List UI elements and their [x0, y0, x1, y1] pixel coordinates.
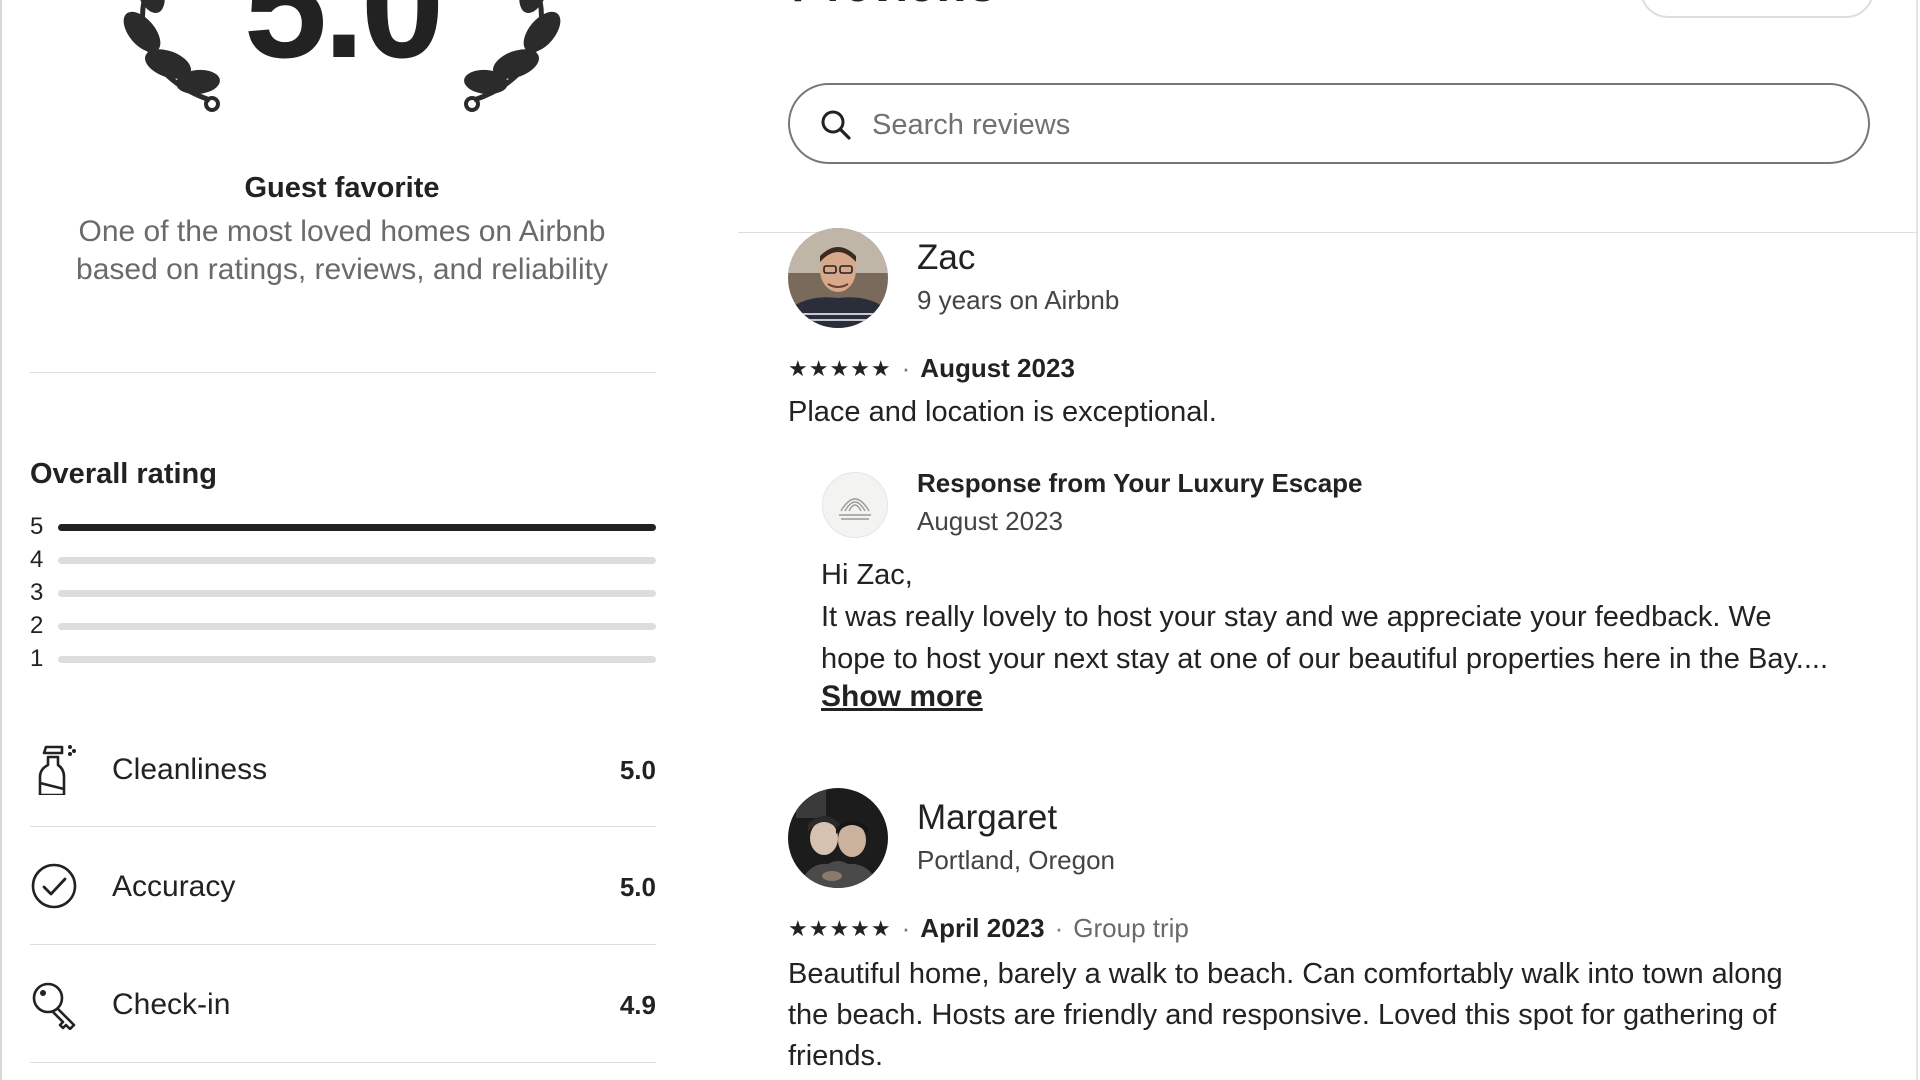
check-circle-icon — [31, 863, 77, 909]
spray-bottle-icon — [38, 745, 76, 795]
guest-favorite-description: One of the most loved homes on Airbnb ba… — [40, 213, 644, 289]
rating-bar-fill — [58, 524, 656, 531]
category-value: 5.0 — [619, 755, 656, 785]
divider — [30, 372, 656, 373]
reviewer-avatar[interactable] — [788, 788, 888, 888]
rating-bar-track — [58, 623, 656, 630]
rating-bar-row: 1 — [30, 647, 656, 671]
host-response-title: Response from Your Luxury Escape — [917, 468, 1363, 498]
review-text-line: friends. — [788, 1040, 884, 1072]
search-box[interactable] — [788, 83, 1870, 164]
review-text-line: Beautiful home, barely a walk to beach. … — [788, 958, 1783, 990]
rating-bar-row: 4 — [30, 548, 656, 572]
reviews-count-title: 7 reviews — [788, 0, 995, 12]
rating-bar-row: 2 — [30, 614, 656, 638]
rating-bar-track — [58, 590, 656, 597]
category-label: Check-in — [112, 988, 231, 1021]
rating-bar-label: 2 — [30, 612, 44, 639]
guest-favorite-badge: 5.0 — [120, 0, 564, 140]
review-date: April 2023 — [920, 913, 1045, 943]
review-date: August 2023 — [920, 353, 1075, 383]
host-response-line: It was really lovely to host your stay a… — [821, 601, 1772, 633]
right-window-edge — [1916, 0, 1918, 1080]
left-window-edge — [0, 0, 2, 1080]
review-meta: ★★★★★ · April 2023 · Group trip — [788, 913, 1189, 944]
review-text-line: Place and location is exceptional. — [788, 396, 1217, 428]
guest-favorite-desc-line2: based on ratings, reviews, and reliabili… — [76, 253, 608, 286]
key-icon — [32, 982, 76, 1030]
rating-bar-row: 3 — [30, 581, 656, 605]
laurel-right-icon — [464, 0, 561, 112]
category-label: Cleanliness — [112, 753, 268, 786]
reviewer-name: Margaret — [917, 798, 1058, 837]
review-text-line: the beach. Hosts are friendly and respon… — [788, 999, 1777, 1031]
guest-favorite-title: Guest favorite — [244, 172, 440, 204]
review-text: Place and location is exceptional. — [788, 392, 1888, 433]
rating-bar-track — [58, 524, 656, 531]
review-text: Beautiful home, barely a walk to beach. … — [788, 954, 1888, 1077]
guest-favorite-desc-line1: One of the most loved homes on Airbnb — [78, 215, 606, 248]
host-response-date: August 2023 — [917, 506, 1064, 536]
sort-button[interactable] — [1640, 0, 1874, 18]
host-response-greeting: Hi Zac, — [821, 559, 913, 591]
search-icon — [821, 110, 851, 140]
category-value: 4.9 — [619, 990, 656, 1020]
overall-rating-title: Overall rating — [30, 458, 217, 490]
host-response-line: hope to host your next stay at one of ou… — [821, 643, 1829, 675]
divider — [30, 944, 656, 945]
category-check-in: Check-in 4.9 — [30, 968, 656, 1038]
divider — [738, 232, 1918, 233]
divider — [30, 1062, 656, 1063]
meta-separator: · — [1054, 913, 1064, 943]
rating-bar-track — [58, 656, 656, 663]
reviewer-name: Zac — [917, 238, 976, 277]
star-rating-icon: ★★★★★ — [788, 915, 892, 941]
category-cleanliness: Cleanliness 5.0 — [30, 733, 656, 803]
category-label: Accuracy — [112, 870, 236, 903]
category-value: 5.0 — [619, 872, 656, 902]
star-rating-icon: ★★★★★ — [788, 355, 892, 381]
reviewer-subtitle: 9 years on Airbnb — [917, 285, 1120, 315]
rating-bar-row: 5 — [30, 515, 656, 539]
rating-bar-label: 3 — [30, 579, 44, 606]
divider — [30, 826, 656, 827]
meta-separator: · — [901, 353, 911, 383]
meta-separator: · — [901, 913, 911, 943]
review-meta: ★★★★★ · August 2023 — [788, 353, 1075, 384]
category-accuracy: Accuracy 5.0 — [30, 850, 656, 920]
rating-bar-track — [58, 557, 656, 564]
reviewer-avatar[interactable] — [788, 228, 888, 328]
rating-bar-label: 1 — [30, 645, 44, 672]
host-response-text: Hi Zac, It was really lovely to host you… — [821, 554, 1871, 680]
trip-type: Group trip — [1073, 913, 1189, 943]
show-more-link[interactable]: Show more — [821, 680, 983, 714]
rating-bar-label: 5 — [30, 513, 44, 540]
search-input[interactable] — [870, 101, 1824, 149]
host-avatar[interactable] — [822, 472, 888, 538]
rating-bar-label: 4 — [30, 546, 44, 573]
reviewer-subtitle: Portland, Oregon — [917, 845, 1116, 875]
